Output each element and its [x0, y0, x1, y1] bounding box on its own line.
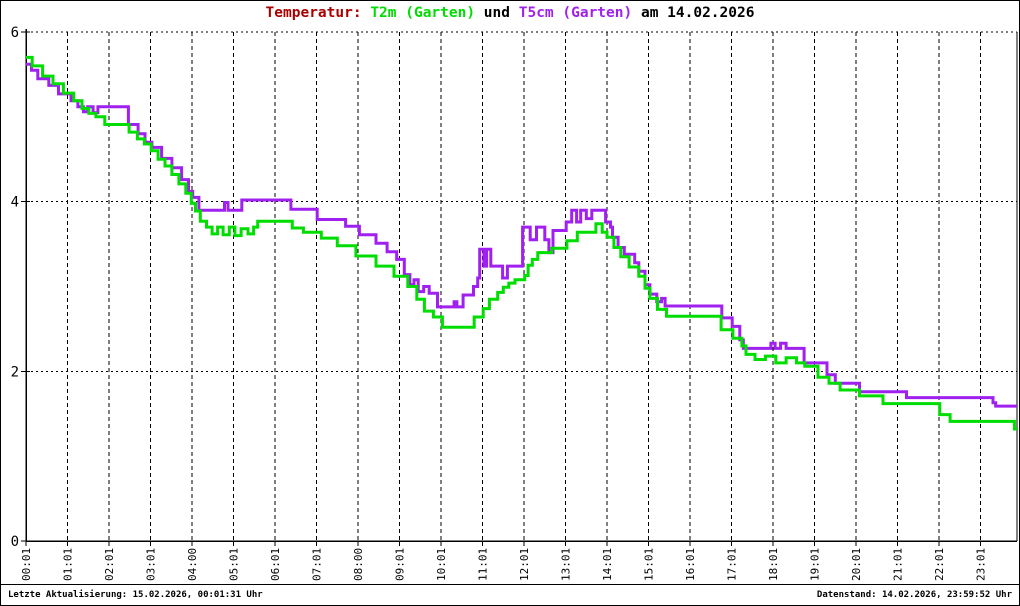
x-tick-label: 10:01 — [435, 548, 448, 581]
x-tick-label: 00:01 — [20, 548, 33, 581]
status-bar: Letzte Aktualisierung: 15.02.2026, 00:01… — [1, 584, 1019, 605]
x-tick-label: 07:01 — [311, 548, 324, 581]
x-tick-label: 22:01 — [933, 548, 946, 581]
y-tick-label: 6 — [11, 25, 19, 41]
last-update-text: Letzte Aktualisierung: 15.02.2026, 00:01… — [8, 590, 263, 600]
y-tick-label: 4 — [11, 195, 19, 211]
axes — [21, 29, 1018, 546]
x-tick-label: 23:01 — [975, 548, 988, 581]
x-tick-label: 05:01 — [228, 548, 241, 581]
x-tick-label: 16:01 — [684, 548, 697, 581]
series-line-t5cm — [26, 62, 1017, 408]
x-tick-label: 13:01 — [560, 548, 573, 581]
x-tick-labels: 00:01 01:01 02:01 03:01 04:00 05:01 06:01 07:01… — [20, 548, 988, 581]
x-tick-label: 02:01 — [103, 548, 116, 581]
plot-area: 0 2 4 6 00:01 01:01 02:01 03:01 04:00 05:01 06:01… — [11, 25, 1018, 581]
x-tick-label: 14:01 — [601, 548, 614, 581]
chart-frame: Temperatur: T2m (Garten) und T5cm (Garte… — [0, 0, 1020, 606]
y-tick-label: 0 — [11, 534, 19, 550]
x-tick-label: 20:01 — [850, 548, 863, 581]
x-tick-label: 01:01 — [62, 548, 75, 581]
x-tick-label: 03:01 — [145, 548, 158, 581]
x-tick-label: 04:00 — [186, 548, 199, 581]
data-timestamp-text: Datenstand: 14.02.2026, 23:59:52 Uhr — [816, 590, 1012, 600]
x-tick-label: 15:01 — [643, 548, 656, 581]
x-tick-label: 08:00 — [352, 548, 365, 581]
x-tick-label: 06:01 — [269, 548, 282, 581]
x-tick-label: 21:01 — [892, 548, 905, 581]
x-tick-label: 18:01 — [767, 548, 780, 581]
x-tick-label: 17:01 — [726, 548, 739, 581]
x-tick-label: 19:01 — [809, 548, 822, 581]
series-lines — [26, 55, 1017, 431]
y-tick-label: 2 — [11, 364, 19, 380]
y-tick-labels: 0 2 4 6 — [11, 25, 19, 550]
x-tick-label: 12:01 — [518, 548, 531, 581]
x-tick-label: 09:01 — [394, 548, 407, 581]
x-tick-label: 11:01 — [477, 548, 490, 581]
gridlines — [25, 31, 1017, 541]
